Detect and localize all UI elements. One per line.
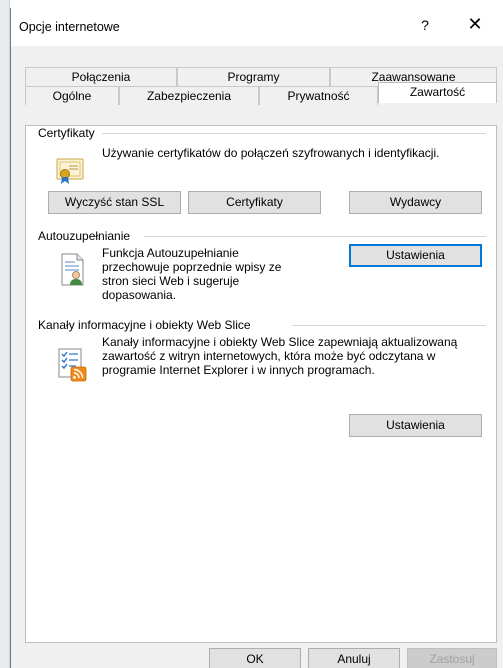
certificate-icon	[56, 158, 84, 184]
publishers-button[interactable]: Wydawcy	[349, 191, 482, 214]
autocomplete-icon	[61, 253, 84, 286]
tab-programs[interactable]: Programy	[177, 67, 330, 86]
tab-privacy[interactable]: Prywatność	[259, 86, 378, 105]
certificates-description: Używanie certyfikatów do połączeń szyfro…	[102, 146, 440, 160]
tab-label: Prywatność	[287, 89, 350, 103]
tab-content[interactable]: Zawartość	[378, 82, 497, 103]
tab-connections[interactable]: Połączenia	[25, 67, 177, 86]
cancel-button[interactable]: Anuluj	[308, 648, 400, 668]
group-divider	[144, 236, 486, 237]
tab-general[interactable]: Ogólne	[25, 86, 119, 105]
dialog-body: Połączenia Programy Zaawansowane Ogólne …	[11, 46, 503, 668]
autocomplete-description: Funkcja Autouzupełnianie przechowuje pop…	[102, 246, 282, 302]
autocomplete-settings-button[interactable]: Ustawienia	[349, 244, 482, 267]
feeds-icon	[58, 348, 87, 382]
feeds-description: Kanały informacyjne i obiekty Web Slice …	[102, 335, 458, 377]
certificates-group-label: Certyfikaty	[38, 126, 101, 140]
apply-button[interactable]: Zastosuj	[407, 648, 497, 668]
internet-options-dialog: Opcje internetowe ? ✕ Połączenia Program…	[10, 8, 503, 668]
tab-label: Programy	[227, 70, 280, 84]
ok-button[interactable]: OK	[209, 648, 301, 668]
content-tab-panel: Certyfikaty Używanie certyfikatów do poł…	[25, 125, 497, 643]
feeds-settings-button[interactable]: Ustawienia	[349, 414, 482, 437]
window-title: Opcje internetowe	[19, 20, 120, 34]
tab-label: Ogólne	[52, 89, 92, 103]
tab-security[interactable]: Zabezpieczenia	[119, 86, 259, 105]
autocomplete-group-label: Autouzupełnianie	[38, 229, 137, 243]
group-divider	[102, 133, 486, 134]
title-bar: Opcje internetowe ? ✕	[11, 8, 503, 46]
background-window-edge	[0, 0, 10, 668]
certificates-button[interactable]: Certyfikaty	[188, 191, 321, 214]
tab-label: Zabezpieczenia	[146, 89, 232, 103]
tab-label: Połączenia	[71, 70, 131, 84]
close-button[interactable]: ✕	[463, 14, 487, 35]
tab-label: Zawartość	[409, 85, 466, 99]
help-button[interactable]: ?	[415, 17, 435, 33]
feeds-group-label: Kanały informacyjne i obiekty Web Slice	[38, 318, 257, 332]
clear-ssl-state-button[interactable]: Wyczyść stan SSL	[48, 191, 181, 214]
group-divider	[292, 325, 486, 326]
